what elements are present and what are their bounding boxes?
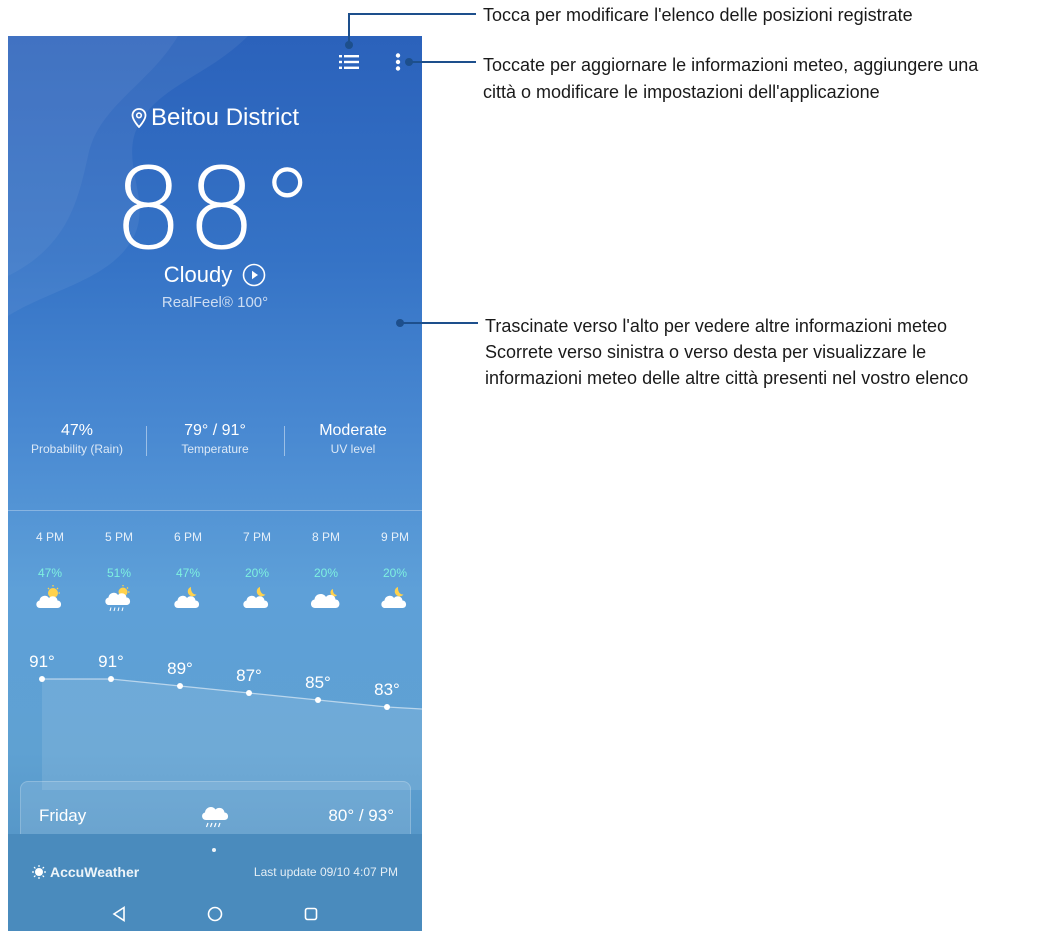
location-list-button[interactable] (335, 48, 363, 76)
partly-cloudy-night-icon (361, 584, 422, 614)
rain-cloud-icon (199, 802, 231, 835)
hour-time: 4 PM (35, 530, 64, 544)
callout-swipe-text-line1: Trascinate verso l'alto per vedere altre… (485, 316, 947, 336)
hour-precipitation: 47% (37, 566, 63, 580)
home-icon (207, 906, 223, 921)
hour-precipitation: 20% (382, 566, 408, 580)
partly-cloudy-night-icon (154, 584, 222, 614)
callout-list-text: Tocca per modificare l'elenco delle posi… (483, 5, 913, 25)
hour-time: 6 PM (173, 530, 202, 544)
sun-logo-icon (32, 865, 46, 879)
temperature-point (384, 704, 390, 710)
callout-menu-line (410, 61, 476, 63)
location-pin-icon (131, 108, 147, 128)
last-update-label: Last update 09/10 4:07 PM (253, 865, 398, 879)
day-name: Friday (39, 806, 87, 825)
recents-icon (304, 907, 318, 920)
temperature-label: 83° (374, 680, 400, 699)
stat-temperature: 79° / 91° Temperature (146, 422, 284, 462)
callout-list-dot (345, 41, 353, 49)
hour-time: 7 PM (242, 530, 271, 544)
temperature-point (108, 676, 114, 682)
back-icon (112, 905, 125, 922)
callout-swipe-text-line3: informazioni meteo delle altre città pre… (485, 368, 969, 388)
hour-column: 9 PM 20% (361, 530, 422, 614)
location-title[interactable]: Beitou District (8, 104, 422, 132)
callout-swipe-text-line2: Scorrete verso sinistra o verso desta pe… (485, 342, 927, 362)
temperature-label: 85° (305, 673, 331, 692)
stat-value: 79° / 91° (184, 422, 246, 439)
callout-menu-dot (405, 58, 413, 66)
day-temperature-range: 80° / 93° (328, 806, 394, 825)
temperature-point (315, 697, 321, 703)
realfeel-label: RealFeel® 100° (161, 294, 269, 311)
more-vertical-icon (395, 53, 401, 71)
callout-menu-text-line2: città o modificare le impostazioni dell'… (483, 82, 880, 102)
play-icon[interactable] (242, 263, 266, 287)
temperature-label: 87° (236, 666, 262, 685)
back-button[interactable] (106, 901, 132, 927)
stat-rain-probability: 47% Probability (Rain) (8, 422, 146, 462)
condition-label: Cloudy (163, 262, 233, 287)
location-name: Beitou District (150, 104, 300, 131)
hourly-temperature-chart: 91° 91° 89° 87° 85° 83° (29, 652, 422, 790)
rain-sun-icon (85, 584, 153, 614)
temperature-point (39, 676, 45, 682)
hour-column: 4 PM 47% (16, 530, 84, 614)
partly-cloudy-day-icon (16, 584, 84, 614)
temperature-label: 91° (29, 652, 55, 671)
hour-precipitation: 47% (175, 566, 201, 580)
weather-app-screen[interactable]: Beitou District 88° Cloudy RealFeel® 100… (8, 36, 422, 931)
hour-column: 5 PM 51% (85, 530, 153, 614)
temperature-point (177, 683, 183, 689)
home-button[interactable] (202, 901, 228, 927)
stat-value: 47% (60, 422, 94, 439)
partly-cloudy-night-icon (223, 584, 291, 614)
callout-swipe-line (402, 322, 478, 324)
hour-column: 7 PM 20% (223, 530, 291, 614)
list-icon (339, 55, 359, 69)
stat-uv-level: Moderate UV level (284, 422, 422, 462)
stat-value: Moderate (319, 422, 387, 439)
cloudy-night-icon (292, 584, 360, 614)
stat-label: Temperature (181, 442, 249, 456)
brand-name: AccuWeather (50, 864, 140, 880)
condition-row: Cloudy (8, 262, 422, 288)
recents-button[interactable] (298, 901, 324, 927)
hourly-forecast[interactable]: 4 PM 47% 5 PM 51% 6 PM 47% 7 PM 20% 8 PM 20% 9 PM 2… (8, 530, 422, 630)
stat-label: Probability (Rain) (30, 442, 124, 456)
temperature-label: 91° (98, 652, 124, 671)
hour-precipitation: 20% (313, 566, 339, 580)
accuweather-logo[interactable]: AccuWeather (32, 864, 139, 880)
hour-column: 8 PM 20% (292, 530, 360, 614)
stat-label: UV level (330, 442, 376, 456)
callout-menu-text-line1: Toccate per aggiornare le informazioni m… (483, 55, 979, 75)
hour-time: 8 PM (311, 530, 340, 544)
system-nav-bar (8, 896, 422, 931)
temperature-point (246, 690, 252, 696)
callout-list-line (348, 13, 476, 15)
temperature-label: 89° (167, 659, 193, 678)
stats-row: 47% Probability (Rain) 79° / 91° Tempera… (8, 422, 422, 462)
current-temperature: 88° (112, 145, 318, 275)
page-indicator (212, 848, 216, 852)
hour-precipitation: 20% (244, 566, 270, 580)
divider (8, 510, 422, 511)
hour-time: 9 PM (380, 530, 409, 544)
callout-swipe-dot (396, 319, 404, 327)
temperature-area (42, 679, 422, 790)
hour-precipitation: 51% (106, 566, 132, 580)
hour-time: 5 PM (104, 530, 133, 544)
hour-column: 6 PM 47% (154, 530, 222, 614)
